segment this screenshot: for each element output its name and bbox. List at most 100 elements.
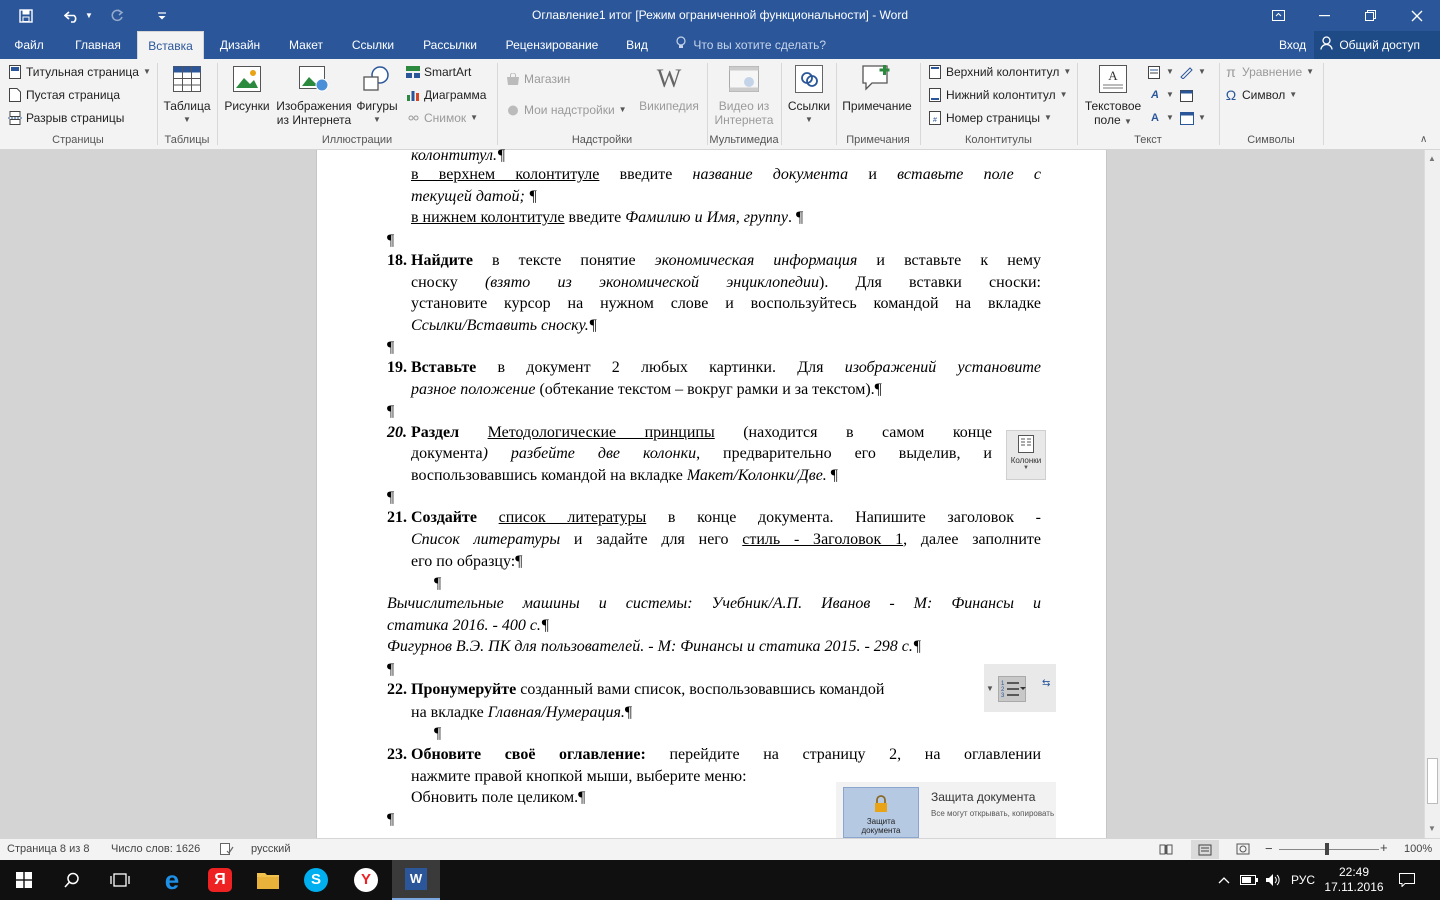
doc-line: в нижнем колонтитуле введите Фамилию и И… xyxy=(411,209,804,226)
date-time-button[interactable] xyxy=(1180,85,1194,105)
sign-in-link[interactable]: Вход xyxy=(1279,31,1306,59)
signature-line-button[interactable]: ▼ xyxy=(1180,62,1206,82)
doc-line: воспользовавшись командой на вкладке Мак… xyxy=(411,467,839,484)
pilcrow: ¶ xyxy=(434,725,442,742)
drop-cap-button[interactable]: A ▼ xyxy=(1148,108,1174,128)
search-icon[interactable] xyxy=(48,860,96,900)
list-number: 22. xyxy=(387,681,407,698)
file-explorer-icon[interactable] xyxy=(244,860,292,900)
skype-icon[interactable]: S xyxy=(292,860,340,900)
blank-page-button[interactable]: Пустая страница xyxy=(8,85,120,105)
columns-icon xyxy=(1018,435,1034,453)
tell-me-box[interactable]: Что вы хотите сделать? xyxy=(676,31,826,59)
battery-icon[interactable] xyxy=(1238,860,1260,900)
my-addins-button[interactable]: Мои надстройки ▼ xyxy=(506,100,627,120)
yandex-browser-icon[interactable]: Я xyxy=(196,860,244,900)
minimize-button[interactable] xyxy=(1301,0,1347,31)
scroll-thumb[interactable] xyxy=(1427,758,1438,804)
proofing-icon[interactable] xyxy=(220,843,234,858)
header-label: Верхний колонтитул xyxy=(946,65,1060,79)
volume-icon[interactable] xyxy=(1262,860,1284,900)
tab-mailings[interactable]: Рассылки xyxy=(416,31,484,59)
zoom-out-icon[interactable]: − xyxy=(1265,841,1273,856)
smartart-button[interactable]: SmartArt xyxy=(406,62,471,82)
symbol-button[interactable]: Ω Символ ▼ xyxy=(1224,85,1297,105)
doc-line: нажмите правой кнопкой мыши, выберите ме… xyxy=(411,768,747,785)
online-pictures-button[interactable]: Изображения из Интернета xyxy=(274,63,354,127)
page-number-button[interactable]: # Номер страницы ▼ xyxy=(928,108,1052,128)
tab-insert[interactable]: Вставка xyxy=(137,31,204,59)
zoom-slider-thumb[interactable] xyxy=(1325,843,1329,855)
online-video-button[interactable]: Видео из Интернета xyxy=(710,63,778,127)
notifications-icon[interactable] xyxy=(1392,860,1422,900)
tell-me-text: Что вы хотите сделать? xyxy=(693,38,826,52)
links-button[interactable]: Ссылки ▼ xyxy=(784,63,834,127)
scroll-up-icon[interactable]: ▲ xyxy=(1428,154,1436,163)
wikipedia-label: Википедия xyxy=(639,99,699,113)
doc-line: Ссылки/Вставить сноску.¶ xyxy=(411,317,598,334)
pi-icon: π xyxy=(1226,64,1236,80)
collapse-ribbon-icon[interactable]: ∧ xyxy=(1420,134,1427,145)
yandex-icon[interactable]: Y xyxy=(342,860,390,900)
read-mode-icon[interactable] xyxy=(1159,843,1173,858)
edge-icon[interactable]: e xyxy=(148,860,196,900)
protect-description: Все могут открывать, копировать xyxy=(931,809,1055,818)
tab-home[interactable]: Главная xyxy=(66,31,130,59)
tab-view[interactable]: Вид xyxy=(618,31,656,59)
columns-image-label: Колонки xyxy=(1010,456,1042,465)
addins-group-label: Надстройки xyxy=(571,134,633,146)
cover-page-button[interactable]: Титульная страница ▼ xyxy=(8,62,151,82)
cover-page-icon xyxy=(8,65,22,79)
close-button[interactable] xyxy=(1394,0,1440,31)
tab-file[interactable]: Файл xyxy=(6,31,52,59)
chart-button[interactable]: Диаграмма xyxy=(406,85,486,105)
ribbon-display-options-icon[interactable] xyxy=(1255,0,1301,31)
scroll-down-icon[interactable]: ▼ xyxy=(1428,824,1436,833)
list-number: 18. xyxy=(387,252,407,269)
page-break-button[interactable]: Разрыв страницы xyxy=(8,108,124,128)
word-taskbar-icon[interactable]: W xyxy=(392,860,440,900)
quick-parts-button[interactable]: ▼ xyxy=(1148,62,1174,82)
start-button[interactable] xyxy=(0,860,48,900)
task-view-icon[interactable] xyxy=(96,860,144,900)
share-button[interactable]: Общий доступ xyxy=(1314,31,1440,59)
tab-review[interactable]: Рецензирование xyxy=(498,31,606,59)
web-layout-icon[interactable] xyxy=(1236,843,1250,858)
tab-references[interactable]: Ссылки xyxy=(344,31,402,59)
show-hidden-icons[interactable] xyxy=(1214,860,1234,900)
page-count[interactable]: Страница 8 из 8 xyxy=(7,843,89,855)
pilcrow: ¶ xyxy=(387,403,395,420)
wikipedia-button[interactable]: W Википедия xyxy=(636,63,702,114)
tab-design[interactable]: Дизайн xyxy=(210,31,270,59)
store-button[interactable]: Магазин xyxy=(506,69,570,89)
table-button[interactable]: Таблица ▼ xyxy=(160,63,214,127)
tab-layout[interactable]: Макет xyxy=(280,31,332,59)
protect-document-button-image: Защита документа xyxy=(843,787,919,838)
pictures-button[interactable]: Рисунки xyxy=(221,63,273,113)
language[interactable]: русский xyxy=(251,843,290,855)
object-button[interactable]: ▼ xyxy=(1180,108,1206,128)
footer-button[interactable]: Нижний колонтитул ▼ xyxy=(928,85,1068,105)
textbox-button[interactable]: A Текстовое поле ▼ xyxy=(1081,63,1145,129)
restore-button[interactable] xyxy=(1347,0,1393,31)
input-language[interactable]: РУС xyxy=(1288,860,1318,900)
vertical-scrollbar[interactable]: ▲ ▼ xyxy=(1424,150,1440,838)
doc-line: его по образцу:¶ xyxy=(411,553,523,570)
word-count[interactable]: Число слов: 1626 xyxy=(111,843,200,855)
zoom-in-icon[interactable]: + xyxy=(1380,840,1388,855)
zoom-slider[interactable] xyxy=(1279,849,1379,850)
share-label: Общий доступ xyxy=(1339,38,1420,52)
reference-line: Фигурнов В.Э. ПК для пользователей. - М:… xyxy=(387,638,922,655)
wordart-button[interactable]: A ▼ xyxy=(1148,85,1174,105)
clock[interactable]: 22:49 17.11.2016 xyxy=(1322,860,1386,900)
screenshot-button[interactable]: Снимок ▼ xyxy=(406,108,478,128)
print-layout-icon[interactable] xyxy=(1191,840,1219,859)
store-label: Магазин xyxy=(524,72,571,86)
equation-button[interactable]: π Уравнение ▼ xyxy=(1224,62,1314,82)
header-button[interactable]: Верхний колонтитул ▼ xyxy=(928,62,1071,82)
pilcrow: ¶ xyxy=(387,232,395,249)
shapes-button[interactable]: Фигуры ▼ xyxy=(354,63,400,127)
zoom-level[interactable]: 100% xyxy=(1404,843,1432,855)
svg-text:#: # xyxy=(933,117,937,124)
comment-button[interactable]: Примечание xyxy=(838,63,916,113)
